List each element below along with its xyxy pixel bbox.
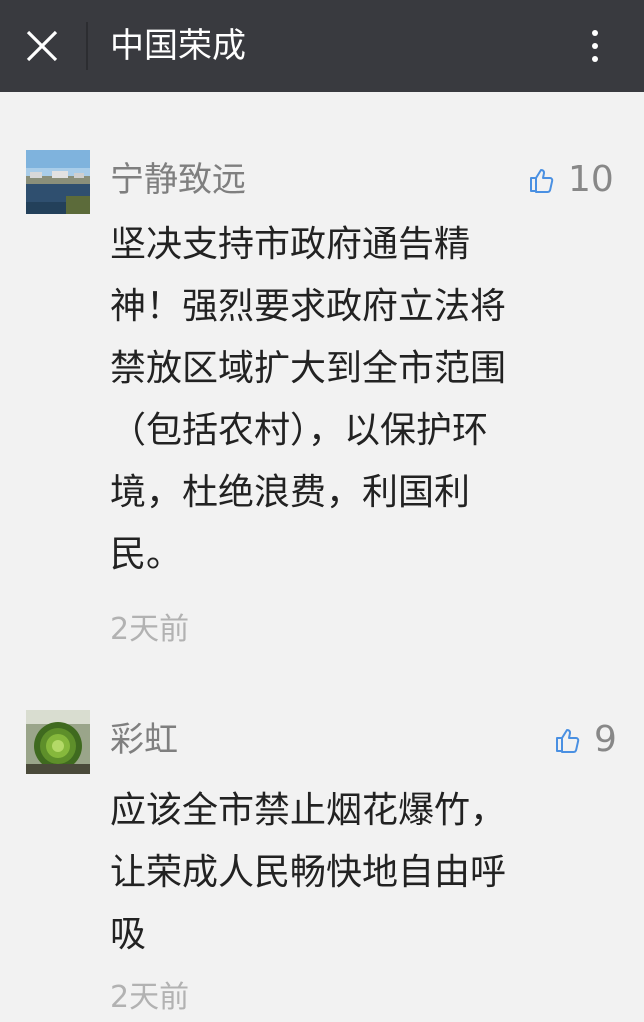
more-button[interactable] bbox=[580, 26, 610, 66]
like-count: 9 bbox=[594, 719, 617, 760]
close-button[interactable] bbox=[22, 26, 62, 66]
top-bar: 中国荣成 bbox=[0, 0, 644, 92]
like-count: 10 bbox=[568, 159, 614, 200]
thumbs-up-icon bbox=[556, 729, 580, 753]
comment-text: 应该全市禁止烟花爆竹， 让荣成人民畅快地自由呼 吸 bbox=[110, 790, 507, 955]
thumbs-up-icon bbox=[530, 169, 554, 193]
comment-nickname[interactable]: 彩虹 bbox=[110, 718, 178, 762]
lake-landscape-avatar bbox=[26, 150, 90, 214]
more-vertical-icon bbox=[592, 30, 598, 36]
like-button[interactable]: 9 bbox=[554, 718, 617, 762]
succulent-plant-avatar bbox=[26, 710, 90, 774]
close-icon bbox=[26, 30, 58, 62]
comment-text: 坚决支持市政府通告精 神！强烈要求政府立法将 禁放区域扩大到全市范围 （包括农村… bbox=[110, 224, 507, 575]
comment-item: 宁静致远 10 坚决支持市政府通告精 神！强烈要求政府立法将 禁放区域扩大到全市… bbox=[0, 150, 644, 650]
comment-timestamp: 2天前 bbox=[110, 612, 190, 647]
page-title: 中国荣成 bbox=[110, 26, 246, 66]
like-button[interactable]: 10 bbox=[528, 158, 614, 202]
comment-timestamp: 2天前 bbox=[110, 980, 190, 1015]
user-avatar[interactable] bbox=[26, 150, 90, 214]
user-avatar[interactable] bbox=[26, 710, 90, 774]
comment-nickname[interactable]: 宁静致远 bbox=[110, 158, 246, 202]
comment-item: 彩虹 9 应该全市禁止烟花爆竹， 让荣成人民畅快地自由呼 吸 2天前 bbox=[0, 710, 644, 1022]
header-divider bbox=[86, 22, 88, 70]
